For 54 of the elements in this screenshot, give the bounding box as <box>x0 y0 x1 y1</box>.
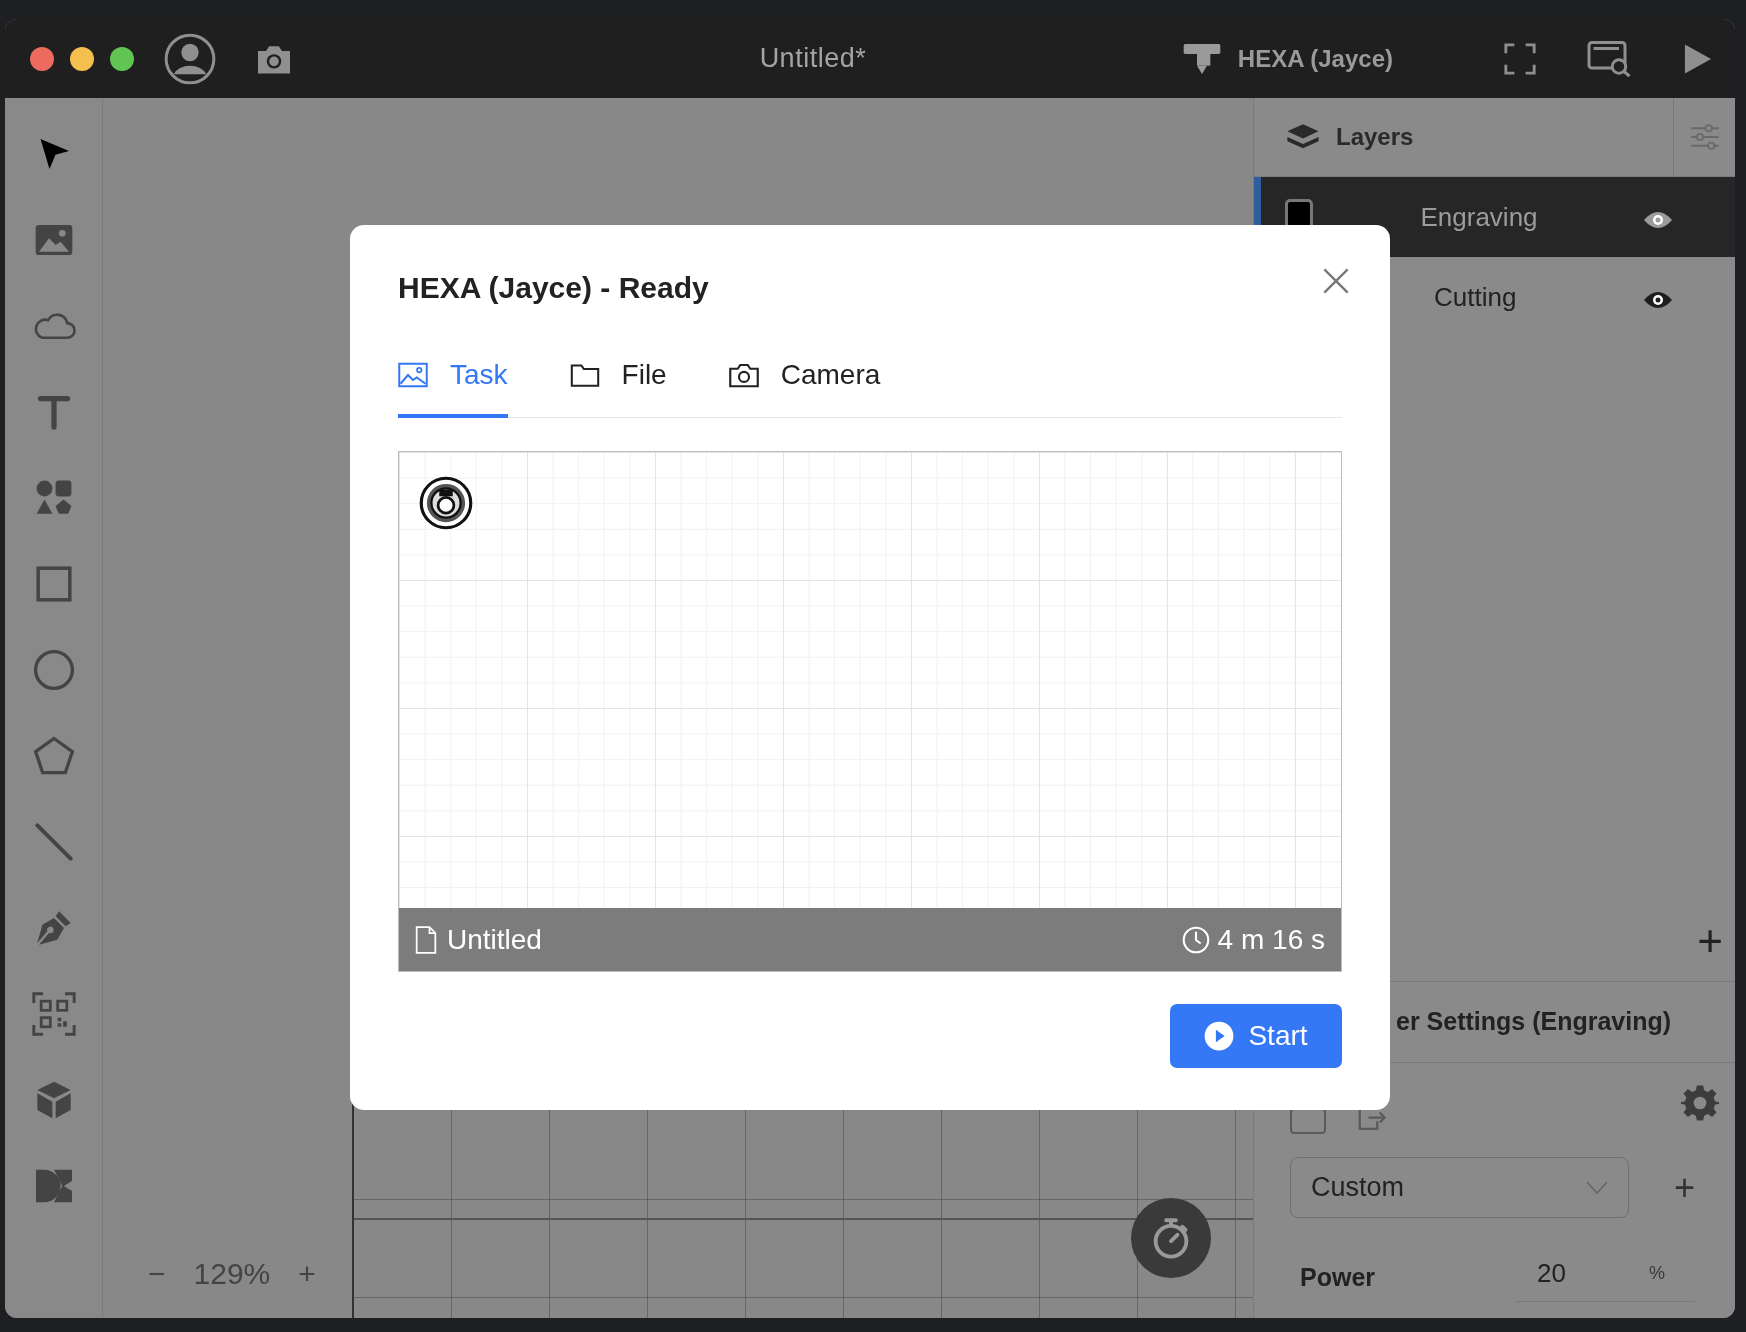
play-circle-icon <box>1204 1021 1235 1051</box>
preview-search-icon <box>1587 40 1633 77</box>
preset-dropdown[interactable]: Custom <box>1290 1157 1629 1218</box>
shapes-icon <box>34 479 73 517</box>
laser-device-icon <box>1181 41 1222 76</box>
laser-settings-title: er Settings (Engraving) <box>1396 1006 1672 1038</box>
tab[interactable]: Task <box>398 354 508 418</box>
tab[interactable]: File <box>569 354 667 418</box>
tool-button[interactable] <box>31 649 76 691</box>
power-field[interactable]: 20 % <box>1515 1254 1695 1302</box>
clock-icon <box>1181 925 1210 954</box>
tool-button[interactable] <box>31 735 76 777</box>
camera-icon <box>728 362 759 388</box>
tab[interactable]: Camera <box>728 354 881 418</box>
zoom-in-button[interactable]: + <box>298 1251 316 1296</box>
qr-code-icon <box>31 992 76 1036</box>
shape-pieces-icon <box>33 1168 74 1204</box>
chevron-down-icon <box>1586 1180 1608 1195</box>
close-icon <box>1322 267 1350 295</box>
layer-name: Cutting <box>1434 280 1517 314</box>
image-icon <box>398 362 428 388</box>
add-layer-button[interactable]: + <box>1697 921 1723 961</box>
close-window-button[interactable] <box>30 46 54 71</box>
line-icon <box>33 822 74 862</box>
stopwatch-icon <box>1151 1217 1191 1259</box>
minimize-window-button[interactable] <box>70 46 94 71</box>
pentagon-icon <box>32 735 75 777</box>
layer-row[interactable]: Cutting <box>1254 257 1735 337</box>
layer-name: Engraving <box>1420 200 1538 234</box>
square-icon <box>34 565 73 603</box>
settings-sliders-icon <box>1689 123 1720 151</box>
add-preset-button[interactable]: + <box>1673 1160 1695 1215</box>
circle-icon <box>32 649 75 691</box>
layers-title: Layers <box>1336 122 1414 152</box>
zoom-out-button[interactable]: − <box>148 1251 166 1296</box>
folder-icon <box>569 363 600 387</box>
play-icon <box>1683 42 1713 75</box>
image-icon <box>33 223 74 257</box>
user-avatar-icon <box>164 32 216 85</box>
tool-button[interactable] <box>31 993 76 1035</box>
file-icon <box>415 925 437 954</box>
maximize-window-button[interactable] <box>110 46 134 71</box>
zoom-level: 129% <box>193 1256 271 1292</box>
gear-icon <box>1681 1084 1719 1122</box>
start-button[interactable]: Start <box>1170 1004 1342 1068</box>
power-label: Power <box>1300 1262 1376 1294</box>
artwork-thumbnail <box>419 476 473 530</box>
device-name: HEXA (Jayce) <box>1237 43 1393 74</box>
fullscreen-icon <box>1503 41 1537 76</box>
job-duration: 4 m 16 s <box>1217 922 1325 957</box>
dialog-title: HEXA (Jayce) - Ready <box>398 270 709 306</box>
window-title: Untitled* <box>759 42 867 76</box>
file-name: Untitled <box>447 922 542 957</box>
text-icon <box>35 393 72 431</box>
